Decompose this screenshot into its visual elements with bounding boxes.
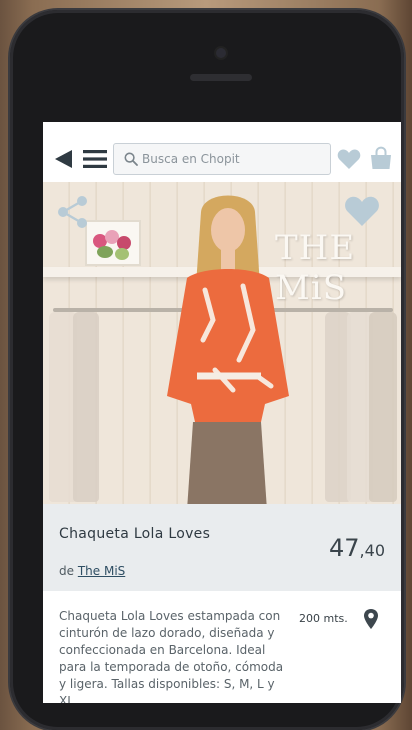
front-camera [216, 48, 226, 58]
store-distance: 200 mts. [299, 612, 348, 625]
favorites-heart-icon[interactable] [337, 148, 361, 170]
flower-box [85, 220, 141, 266]
share-icon[interactable] [55, 194, 89, 230]
brand-line: de The MiS [59, 564, 125, 578]
search-icon [124, 152, 138, 166]
phone-frame: THE MiS [10, 10, 404, 730]
product-description: Chaqueta Lola Loves estampada con cintur… [59, 609, 284, 703]
search-input[interactable] [142, 149, 322, 169]
back-icon[interactable] [53, 148, 73, 170]
earpiece-speaker [190, 74, 252, 81]
price-decimal: ,40 [359, 541, 385, 560]
hanging-garment [369, 312, 397, 502]
favorite-heart-icon[interactable] [344, 194, 380, 228]
hanging-garment [73, 312, 99, 502]
shopping-bag-icon[interactable] [369, 146, 393, 170]
product-title: Chaqueta Lola Loves [59, 526, 211, 542]
brand-prefix: de [59, 564, 74, 578]
price-integer: 47 [329, 534, 360, 562]
location-pin-icon[interactable] [363, 608, 379, 630]
app-screen: THE MiS [43, 122, 401, 703]
product-price: 47,40 [329, 534, 385, 562]
hamburger-menu-icon[interactable] [83, 149, 107, 169]
search-box[interactable] [113, 143, 331, 175]
brand-link[interactable]: The MiS [78, 564, 125, 578]
product-image[interactable]: THE MiS [43, 182, 401, 504]
model-photo [167, 195, 289, 504]
top-bar [43, 122, 401, 182]
product-info: Chaqueta Lola Loves 47,40 de The MiS [43, 504, 401, 591]
